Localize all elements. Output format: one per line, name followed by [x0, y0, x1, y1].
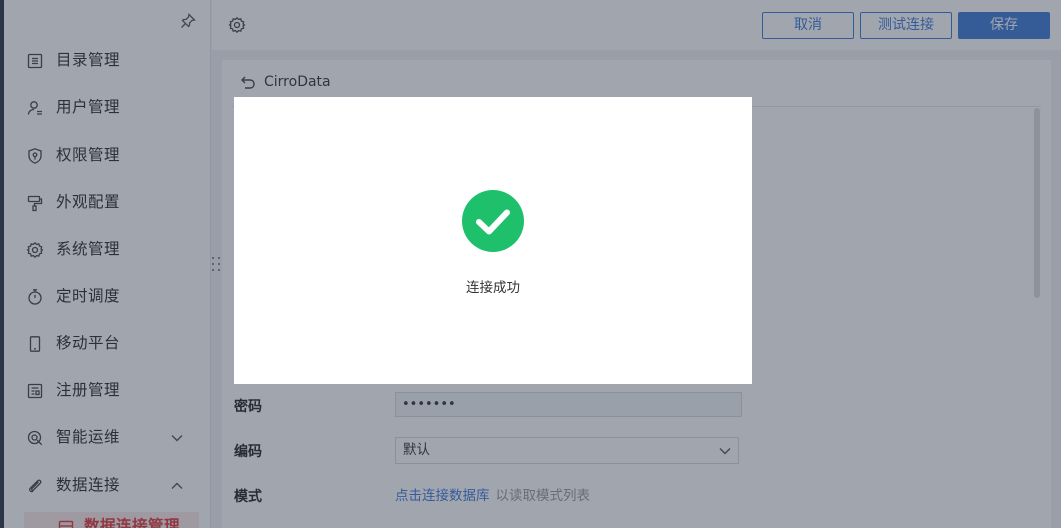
success-check-icon: [462, 190, 524, 252]
success-message: 连接成功: [466, 280, 520, 296]
success-dialog: 连接成功: [234, 97, 752, 384]
